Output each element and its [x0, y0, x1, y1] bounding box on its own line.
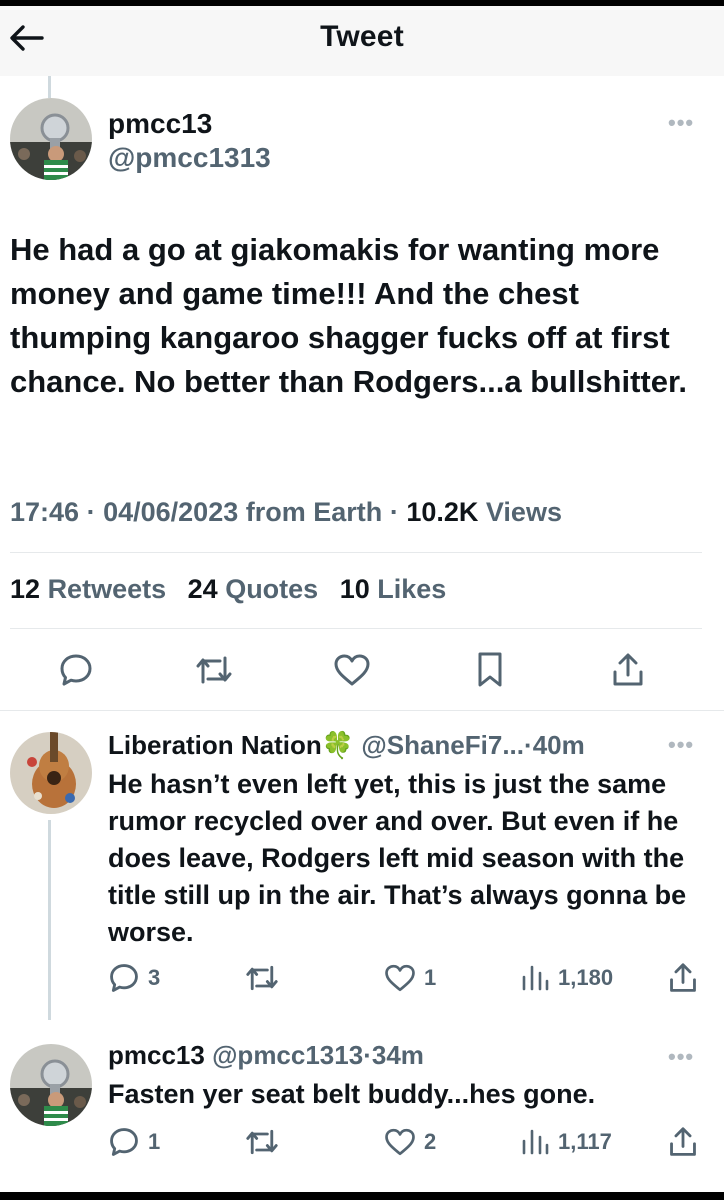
retweets-stat[interactable]: 12 Retweets	[10, 574, 166, 604]
divider	[0, 710, 724, 711]
display-name[interactable]: pmcc13	[108, 108, 212, 140]
reply-action-bar: 1 2 1,117	[0, 1124, 724, 1160]
reply-age[interactable]: 40m	[533, 730, 585, 760]
reply-icon	[110, 964, 138, 992]
quotes-stat[interactable]: 24 Quotes	[188, 574, 319, 604]
header: Tweet	[0, 6, 724, 76]
share-button[interactable]	[608, 650, 648, 690]
display-name[interactable]: Liberation Nation	[108, 730, 322, 760]
shamrock-icon: 🍀	[321, 731, 355, 761]
share-button[interactable]	[668, 1124, 698, 1160]
like-count: 2	[424, 1129, 437, 1154]
view-count: 1,117	[558, 1129, 612, 1154]
engagement-stats: 12 Retweets 24 Quotes 10 Likes	[10, 574, 446, 605]
reply-button[interactable]: 1	[108, 1124, 160, 1160]
heart-icon	[385, 1128, 415, 1156]
user-handle[interactable]: @pmcc1313	[212, 1040, 363, 1070]
avatar[interactable]	[10, 98, 92, 180]
tweet-source: Earth	[313, 497, 383, 527]
share-button[interactable]	[668, 960, 698, 996]
page-title: Tweet	[320, 20, 404, 53]
more-options-icon[interactable]: •••	[668, 732, 694, 758]
like-count: 1	[424, 965, 437, 990]
views-count: 10.2K	[406, 497, 479, 527]
reply-text: Fasten yer seat belt buddy...hes gone.	[108, 1079, 596, 1109]
reply-button[interactable]: 3	[108, 960, 160, 996]
reply-action-bar: 3 1 1,180	[0, 960, 724, 996]
share-icon	[670, 963, 696, 992]
more-options-icon[interactable]: •••	[668, 110, 694, 136]
reply-header: Liberation Nation🍀 @ShaneFi7...·40m	[108, 730, 585, 761]
bookmark-button[interactable]	[470, 650, 510, 690]
more-options-icon[interactable]: •••	[668, 1044, 694, 1070]
thread-connector	[48, 76, 51, 98]
views-button[interactable]: 1,117	[520, 1124, 612, 1160]
views-button[interactable]: 1,180	[520, 960, 613, 996]
view-count: 1,180	[558, 965, 614, 990]
tweet-meta: 17:46 · 04/06/2023 from Earth · 10.2K Vi…	[10, 497, 562, 527]
reply-age[interactable]: 34m	[372, 1040, 424, 1070]
retweet-icon	[196, 656, 232, 684]
reply-text: He hasn’t even left yet, this is just th…	[108, 769, 687, 947]
share-icon	[613, 653, 643, 686]
retweet-button[interactable]	[194, 650, 234, 690]
views-label[interactable]: Views	[486, 497, 562, 527]
tweet-date: 04/06/2023	[103, 497, 239, 527]
avatar[interactable]	[10, 732, 92, 814]
reply-count: 3	[148, 965, 161, 990]
avatar[interactable]	[10, 1044, 92, 1126]
divider	[10, 628, 702, 629]
reply-count: 1	[148, 1129, 161, 1154]
heart-icon	[334, 654, 370, 686]
like-button[interactable]: 2	[384, 1124, 436, 1160]
retweet-icon	[246, 965, 278, 991]
reply-icon	[110, 1128, 138, 1156]
share-icon	[670, 1127, 696, 1156]
user-handle[interactable]: @ShaneFi7...	[361, 730, 524, 760]
bottom-edge	[0, 1192, 724, 1200]
reply-header: pmcc13 @pmcc1313·34m	[108, 1040, 424, 1070]
tweet-text: He had a go at giakomakis for wanting mo…	[10, 232, 687, 399]
likes-stat[interactable]: 10 Likes	[340, 574, 447, 604]
tweet-action-bar	[0, 650, 724, 694]
bookmark-icon	[478, 652, 502, 687]
divider	[10, 552, 702, 553]
user-handle[interactable]: @pmcc1313	[108, 142, 271, 174]
reply-icon	[60, 654, 92, 686]
like-button[interactable]: 1	[384, 960, 436, 996]
analytics-icon	[522, 965, 549, 991]
retweet-button[interactable]	[244, 960, 280, 996]
tweet-time: 17:46	[10, 497, 80, 527]
reply-button[interactable]	[56, 650, 96, 690]
like-button[interactable]	[332, 650, 372, 690]
retweet-button[interactable]	[244, 1124, 280, 1160]
analytics-icon	[522, 1129, 549, 1155]
display-name[interactable]: pmcc13	[108, 1040, 205, 1070]
retweet-icon	[246, 1129, 278, 1155]
heart-icon	[385, 964, 415, 992]
